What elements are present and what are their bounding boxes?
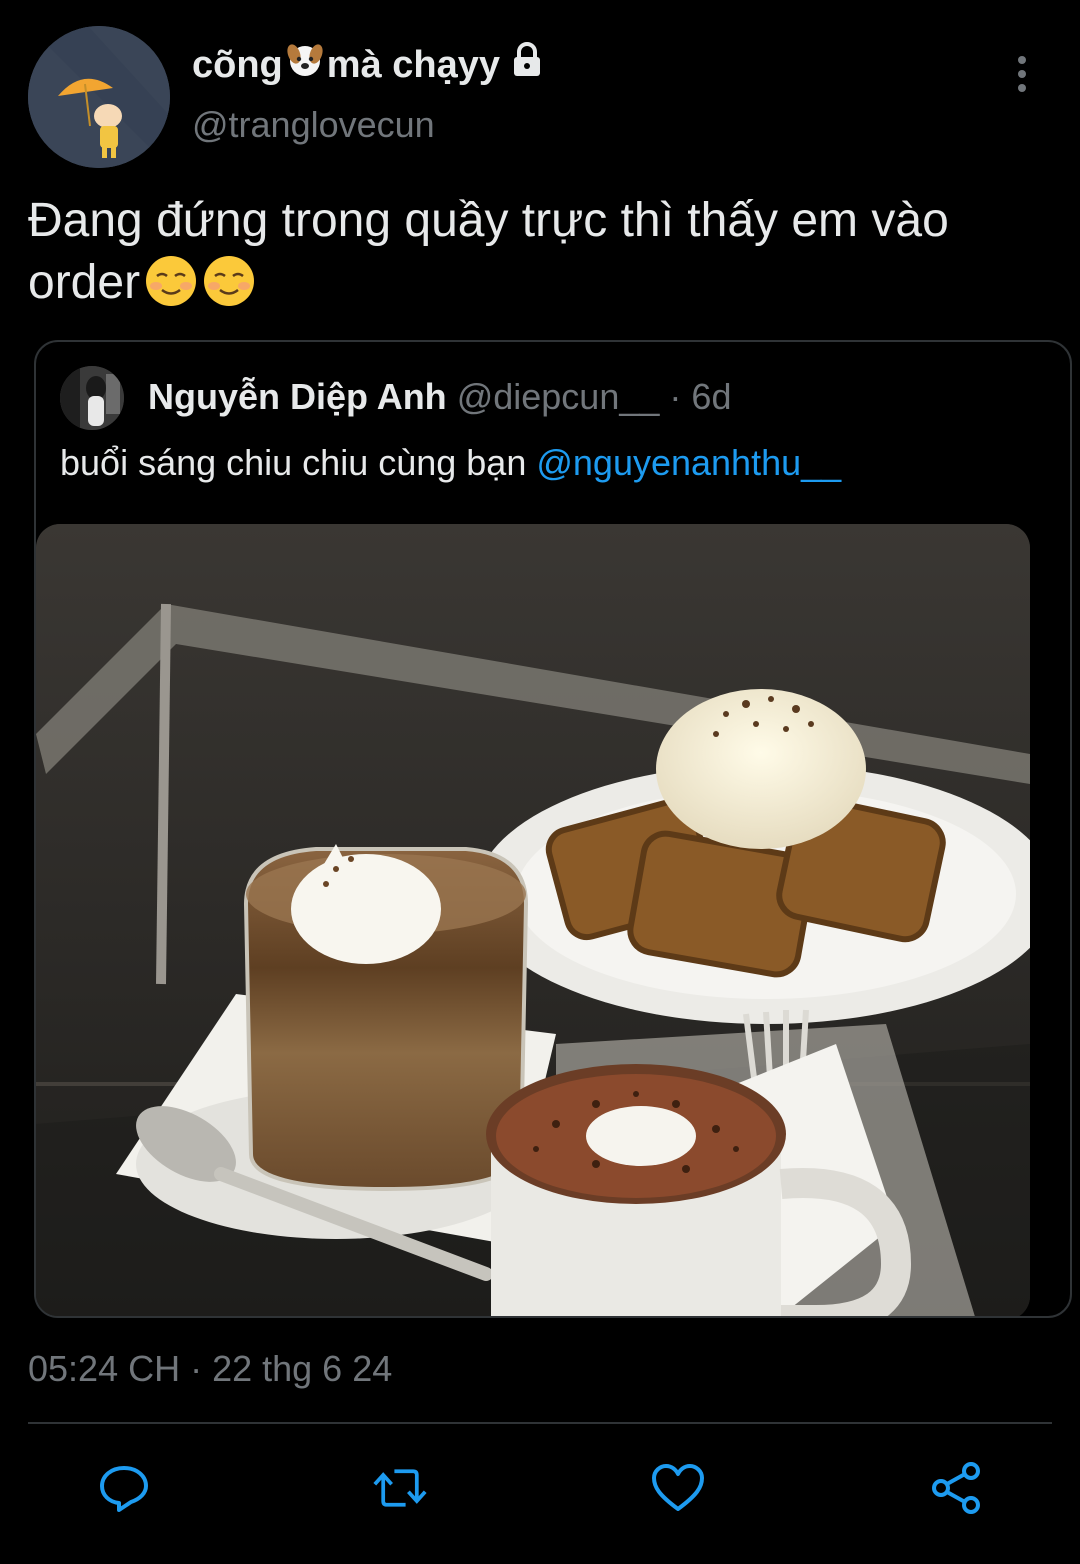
retweet-icon[interactable] bbox=[372, 1460, 428, 1516]
smiling-face-emoji-icon bbox=[144, 254, 198, 308]
author-avatar[interactable] bbox=[28, 26, 170, 168]
tweet-timestamp[interactable]: 05:24 CH · 22 thg 6 24 bbox=[28, 1348, 392, 1390]
quoted-text: buổi sáng chiu chiu cùng bạn @nguyenanht… bbox=[60, 442, 841, 484]
tweet-text: Đang đứng trong quầy trực thì thấy em và… bbox=[28, 190, 1048, 314]
quoted-age: 6d bbox=[691, 376, 732, 417]
author-handle[interactable]: @tranglovecun bbox=[192, 104, 435, 146]
divider bbox=[28, 1422, 1052, 1424]
dog-face-emoji-icon bbox=[285, 40, 325, 90]
reply-icon[interactable] bbox=[96, 1460, 152, 1516]
share-icon[interactable] bbox=[928, 1460, 984, 1516]
author-name-part2: mà chạyy bbox=[326, 43, 501, 86]
author-display-name[interactable]: cõng mà chạyy bbox=[192, 40, 546, 90]
more-vertical-icon[interactable] bbox=[1005, 52, 1039, 96]
quoted-tweet-card[interactable]: Nguyễn Diệp Anh @diepcun__ · 6d buổi sán… bbox=[34, 340, 1072, 1318]
quoted-body: buổi sáng chiu chiu cùng bạn bbox=[60, 442, 537, 483]
quoted-author-handle[interactable]: @diepcun__ bbox=[457, 376, 660, 417]
quoted-separator: · bbox=[669, 376, 682, 417]
quoted-photo[interactable] bbox=[36, 524, 1030, 1316]
mention-link[interactable]: @nguyenanhthu__ bbox=[536, 442, 841, 483]
lock-icon bbox=[508, 41, 546, 89]
quoted-author-name[interactable]: Nguyễn Diệp Anh bbox=[148, 376, 447, 417]
action-bar bbox=[0, 1460, 1080, 1520]
heart-icon[interactable] bbox=[650, 1460, 706, 1516]
quoted-header: Nguyễn Diệp Anh @diepcun__ · 6d bbox=[148, 376, 731, 418]
quoted-author-avatar[interactable] bbox=[60, 366, 124, 430]
smiling-face-emoji-icon bbox=[202, 254, 256, 308]
author-name-part1: cõng bbox=[192, 43, 283, 86]
